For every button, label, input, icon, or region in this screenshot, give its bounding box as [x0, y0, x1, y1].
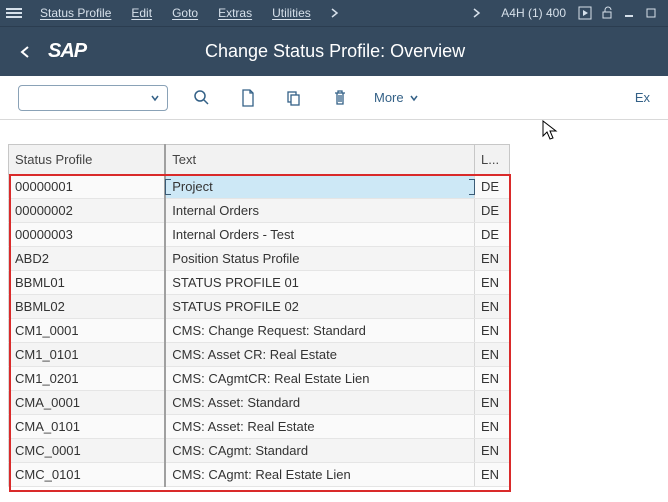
search-icon[interactable]	[190, 86, 214, 110]
minimize-icon[interactable]	[622, 6, 636, 20]
cell-status-profile[interactable]: 00000003	[9, 223, 166, 247]
title-bar: SAP Change Status Profile: Overview	[0, 26, 668, 76]
cell-language[interactable]: EN	[475, 271, 510, 295]
cell-language[interactable]: EN	[475, 367, 510, 391]
cell-status-profile[interactable]: CMC_0001	[9, 439, 166, 463]
cell-language[interactable]: DE	[475, 199, 510, 223]
hamburger-menu-icon[interactable]	[6, 5, 22, 21]
table-row[interactable]: BBML01STATUS PROFILE 01EN	[9, 271, 510, 295]
cell-text[interactable]: STATUS PROFILE 02	[165, 295, 474, 319]
cell-language[interactable]: DE	[475, 175, 510, 199]
menu-bar: Status Profile Edit Goto Extras Utilitie…	[0, 0, 668, 26]
system-id-label: A4H (1) 400	[493, 3, 574, 23]
more-menu[interactable]: More	[374, 90, 420, 105]
cell-status-profile[interactable]: CM1_0201	[9, 367, 166, 391]
delete-icon[interactable]	[328, 86, 352, 110]
nav-forward-icon[interactable]	[465, 4, 489, 22]
cell-status-profile[interactable]: ABD2	[9, 247, 166, 271]
cell-text[interactable]: CMS: CAgmt: Standard	[165, 439, 474, 463]
cell-status-profile[interactable]: BBML02	[9, 295, 166, 319]
page-title: Change Status Profile: Overview	[106, 41, 564, 62]
cell-text[interactable]: Internal Orders - Test	[165, 223, 474, 247]
column-header-status-profile[interactable]: Status Profile	[9, 145, 166, 175]
cell-language[interactable]: EN	[475, 295, 510, 319]
copy-icon[interactable]	[282, 86, 306, 110]
menu-status-profile[interactable]: Status Profile	[32, 3, 119, 23]
cell-language[interactable]: EN	[475, 463, 510, 487]
content-area: Status Profile Text L... 00000001Project…	[0, 120, 668, 487]
cell-text[interactable]: CMS: CAgmtCR: Real Estate Lien	[165, 367, 474, 391]
new-document-icon[interactable]	[236, 86, 260, 110]
table-row[interactable]: CMA_0101CMS: Asset: Real EstateEN	[9, 415, 510, 439]
maximize-icon[interactable]	[644, 6, 658, 20]
cell-text[interactable]: CMS: CAgmt: Real Estate Lien	[165, 463, 474, 487]
cell-text[interactable]: CMS: Asset: Standard	[165, 391, 474, 415]
cell-text[interactable]: CMS: Change Request: Standard	[165, 319, 474, 343]
cell-text[interactable]: CMS: Asset: Real Estate	[165, 415, 474, 439]
more-label: More	[374, 90, 404, 105]
command-field-combo[interactable]	[18, 85, 168, 111]
cell-status-profile[interactable]: 00000002	[9, 199, 166, 223]
cell-language[interactable]: EN	[475, 319, 510, 343]
status-profile-table: Status Profile Text L... 00000001Project…	[8, 144, 510, 487]
table-row[interactable]: CMA_0001CMS: Asset: StandardEN	[9, 391, 510, 415]
cell-text[interactable]: CMS: Asset CR: Real Estate	[165, 343, 474, 367]
cell-text[interactable]: Internal Orders	[165, 199, 474, 223]
cell-language[interactable]: EN	[475, 439, 510, 463]
cell-status-profile[interactable]: 00000001	[9, 175, 166, 199]
cell-text[interactable]: STATUS PROFILE 01	[165, 271, 474, 295]
cell-language[interactable]: EN	[475, 391, 510, 415]
table-row[interactable]: ABD2Position Status ProfileEN	[9, 247, 510, 271]
table-row[interactable]: 00000003Internal Orders - TestDE	[9, 223, 510, 247]
back-button[interactable]	[14, 41, 36, 63]
cell-status-profile[interactable]: CMC_0101	[9, 463, 166, 487]
toolbar-right-action[interactable]: Ex	[635, 90, 650, 105]
table-row[interactable]: CM1_0101CMS: Asset CR: Real EstateEN	[9, 343, 510, 367]
cell-status-profile[interactable]: CM1_0101	[9, 343, 166, 367]
column-header-language[interactable]: L...	[475, 145, 510, 175]
cell-language[interactable]: EN	[475, 247, 510, 271]
column-header-text[interactable]: Text	[165, 145, 474, 175]
cell-text[interactable]: Position Status Profile	[165, 247, 474, 271]
cell-language[interactable]: EN	[475, 343, 510, 367]
table-row[interactable]: BBML02STATUS PROFILE 02EN	[9, 295, 510, 319]
cell-status-profile[interactable]: CMA_0101	[9, 415, 166, 439]
cell-status-profile[interactable]: CMA_0001	[9, 391, 166, 415]
table-row[interactable]: 00000002Internal OrdersDE	[9, 199, 510, 223]
cell-status-profile[interactable]: BBML01	[9, 271, 166, 295]
table-row[interactable]: CM1_0001CMS: Change Request: StandardEN	[9, 319, 510, 343]
unlock-icon[interactable]	[600, 6, 614, 20]
sap-logo: SAP	[48, 40, 86, 63]
play-icon[interactable]	[578, 6, 592, 20]
menu-extras[interactable]: Extras	[210, 3, 260, 23]
menu-goto[interactable]: Goto	[164, 3, 206, 23]
table-row[interactable]: CM1_0201CMS: CAgmtCR: Real Estate LienEN	[9, 367, 510, 391]
cell-text[interactable]: Project	[165, 175, 474, 199]
cell-language[interactable]: DE	[475, 223, 510, 247]
cell-status-profile[interactable]: CM1_0001	[9, 319, 166, 343]
menu-overflow-icon[interactable]	[323, 4, 347, 22]
toolbar: More Ex	[0, 76, 668, 120]
menu-utilities[interactable]: Utilities	[264, 3, 319, 23]
table-row[interactable]: CMC_0001CMS: CAgmt: StandardEN	[9, 439, 510, 463]
cell-language[interactable]: EN	[475, 415, 510, 439]
table-row[interactable]: 00000001ProjectDE	[9, 175, 510, 199]
menu-edit[interactable]: Edit	[123, 3, 160, 23]
table-row[interactable]: CMC_0101CMS: CAgmt: Real Estate LienEN	[9, 463, 510, 487]
